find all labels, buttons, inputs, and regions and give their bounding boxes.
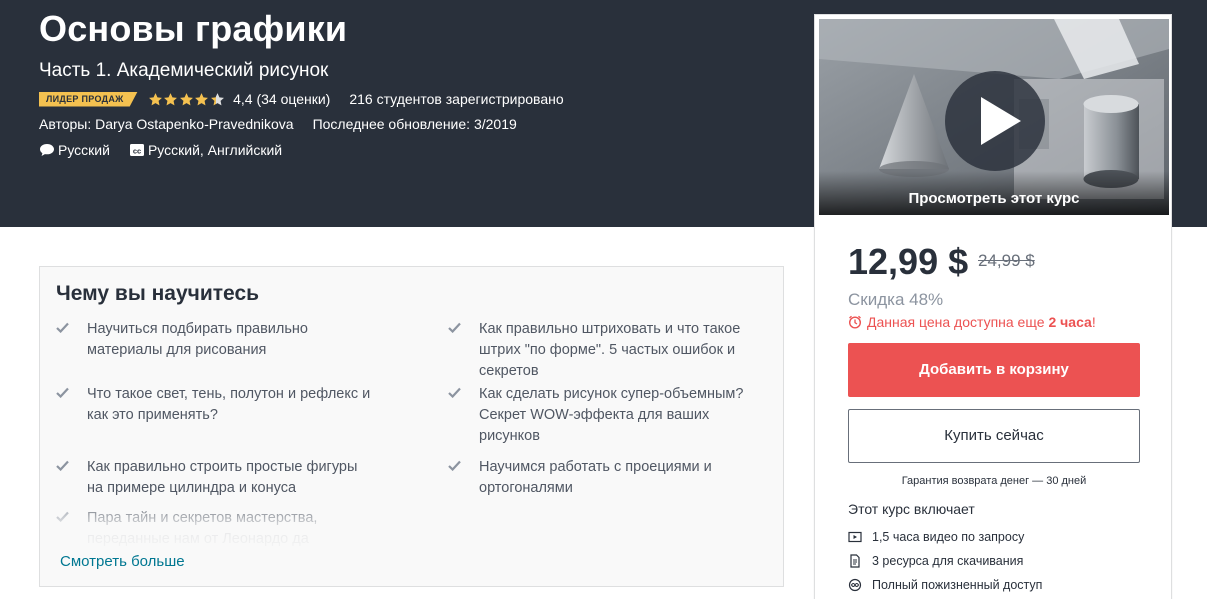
play-button[interactable]	[945, 71, 1045, 171]
includes-item-label: 3 ресурса для скачивания	[872, 554, 1024, 568]
includes-item: Полный пожизненный доступ	[848, 573, 1042, 597]
infinity-icon	[848, 578, 862, 592]
bestseller-badge: ЛИДЕР ПРОДАЖ	[39, 91, 138, 107]
learn-item-text: Как сделать рисунок супер-объемным? Секр…	[479, 386, 744, 444]
star-icon	[179, 92, 194, 107]
includes-list: 1,5 часа видео по запросу 3 ресурса для с…	[848, 525, 1042, 597]
learn-item: Научиться подбирать правильно материалы …	[56, 319, 376, 384]
students-count: 216 студентов зарегистрировано	[349, 91, 564, 107]
course-subtitle: Часть 1. Академический рисунок	[39, 60, 329, 81]
timer-remaining: 2 часа	[1048, 314, 1092, 330]
file-icon	[848, 554, 862, 568]
language-row: Русский cc Русский, Английский	[39, 142, 282, 158]
check-icon	[448, 322, 461, 333]
timer-prefix: Данная цена доступна еще	[867, 314, 1045, 330]
money-back-guarantee: Гарантия возврата денег — 30 дней	[901, 475, 1087, 487]
rating-row: ЛИДЕР ПРОДАЖ 4,4 (34 оценки) 216 студент…	[39, 89, 564, 109]
current-price: 12,99 $	[848, 241, 969, 282]
star-icon	[210, 92, 225, 107]
last-updated: Последнее обновление: 3/2019	[312, 116, 517, 132]
includes-item-label: Полный пожизненный доступ	[872, 578, 1043, 592]
course-preview[interactable]: Просмотреть этот курс	[819, 19, 1169, 215]
alarm-clock-icon	[848, 315, 862, 329]
authors-row: Авторы: Darya Ostapenko-Pravednikova Посл…	[39, 116, 517, 132]
what-you-will-learn: Чему вы научитесь Научиться подбирать пр…	[39, 266, 784, 587]
learn-item: Научимся работать с проециями и ортогона…	[448, 457, 768, 499]
learn-item-text: Что такое свет, тень, полутон и рефлекс …	[87, 386, 371, 423]
learn-column-right: Как правильно штриховать и что такое штр…	[448, 319, 768, 499]
cc-icon: cc	[129, 144, 144, 156]
rating-text[interactable]: 4,4 (34 оценки)	[233, 91, 330, 107]
fade-overlay	[40, 497, 783, 557]
learn-item-text: Научимся работать с проециями и ортогона…	[479, 459, 712, 496]
authors[interactable]: Авторы: Darya Ostapenko-Pravednikova	[39, 116, 294, 132]
video-icon	[848, 530, 862, 544]
learn-heading: Чему вы научитесь	[56, 282, 260, 305]
star-icon	[194, 92, 209, 107]
original-price: 24,99 $	[978, 251, 1035, 270]
learn-item-text: Научиться подбирать правильно материалы …	[87, 321, 308, 358]
learn-item: Что такое свет, тень, полутон и рефлекс …	[56, 384, 376, 457]
course-title: Основы графики	[39, 8, 348, 49]
captions-languages: Русский, Английский	[147, 142, 283, 158]
check-icon	[56, 460, 69, 471]
star-icon	[148, 92, 163, 107]
discount-label: Скидка 48%	[848, 290, 944, 309]
rating-stars	[148, 92, 226, 107]
learn-item-text: Как правильно штриховать и что такое штр…	[479, 321, 741, 379]
learn-item: Как правильно штриховать и что такое штр…	[448, 319, 768, 384]
timer-suffix: !	[1091, 314, 1096, 330]
star-icon	[163, 92, 178, 107]
includes-item: 3 ресурса для скачивания	[848, 549, 1042, 573]
check-icon	[56, 322, 69, 333]
see-more-link[interactable]: Смотреть больше	[60, 553, 185, 570]
add-to-cart-button[interactable]: Добавить в корзину	[848, 343, 1140, 397]
preview-label: Просмотреть этот курс	[819, 171, 1169, 215]
includes-item-label: 1,5 часа видео по запросу	[872, 530, 1025, 544]
check-icon	[448, 460, 461, 471]
purchase-sidebar: Просмотреть этот курс 12,99 $ 24,99 $ Ск…	[814, 14, 1172, 599]
includes-item: 1,5 часа видео по запросу	[848, 525, 1042, 549]
speech-bubble-icon	[40, 144, 54, 156]
includes-title: Этот курс включает	[848, 501, 975, 517]
check-icon	[56, 387, 69, 398]
svg-text:cc: cc	[133, 147, 141, 156]
play-icon	[981, 97, 1021, 145]
course-language: Русский	[58, 142, 110, 158]
learn-item: Как сделать рисунок супер-объемным? Секр…	[448, 384, 768, 457]
check-icon	[448, 387, 461, 398]
price-timer: Данная цена доступна еще 2 часа!	[848, 314, 1096, 330]
buy-now-button[interactable]: Купить сейчас	[848, 409, 1140, 463]
learn-item-text: Как правильно строить простые фигуры на …	[87, 459, 358, 496]
